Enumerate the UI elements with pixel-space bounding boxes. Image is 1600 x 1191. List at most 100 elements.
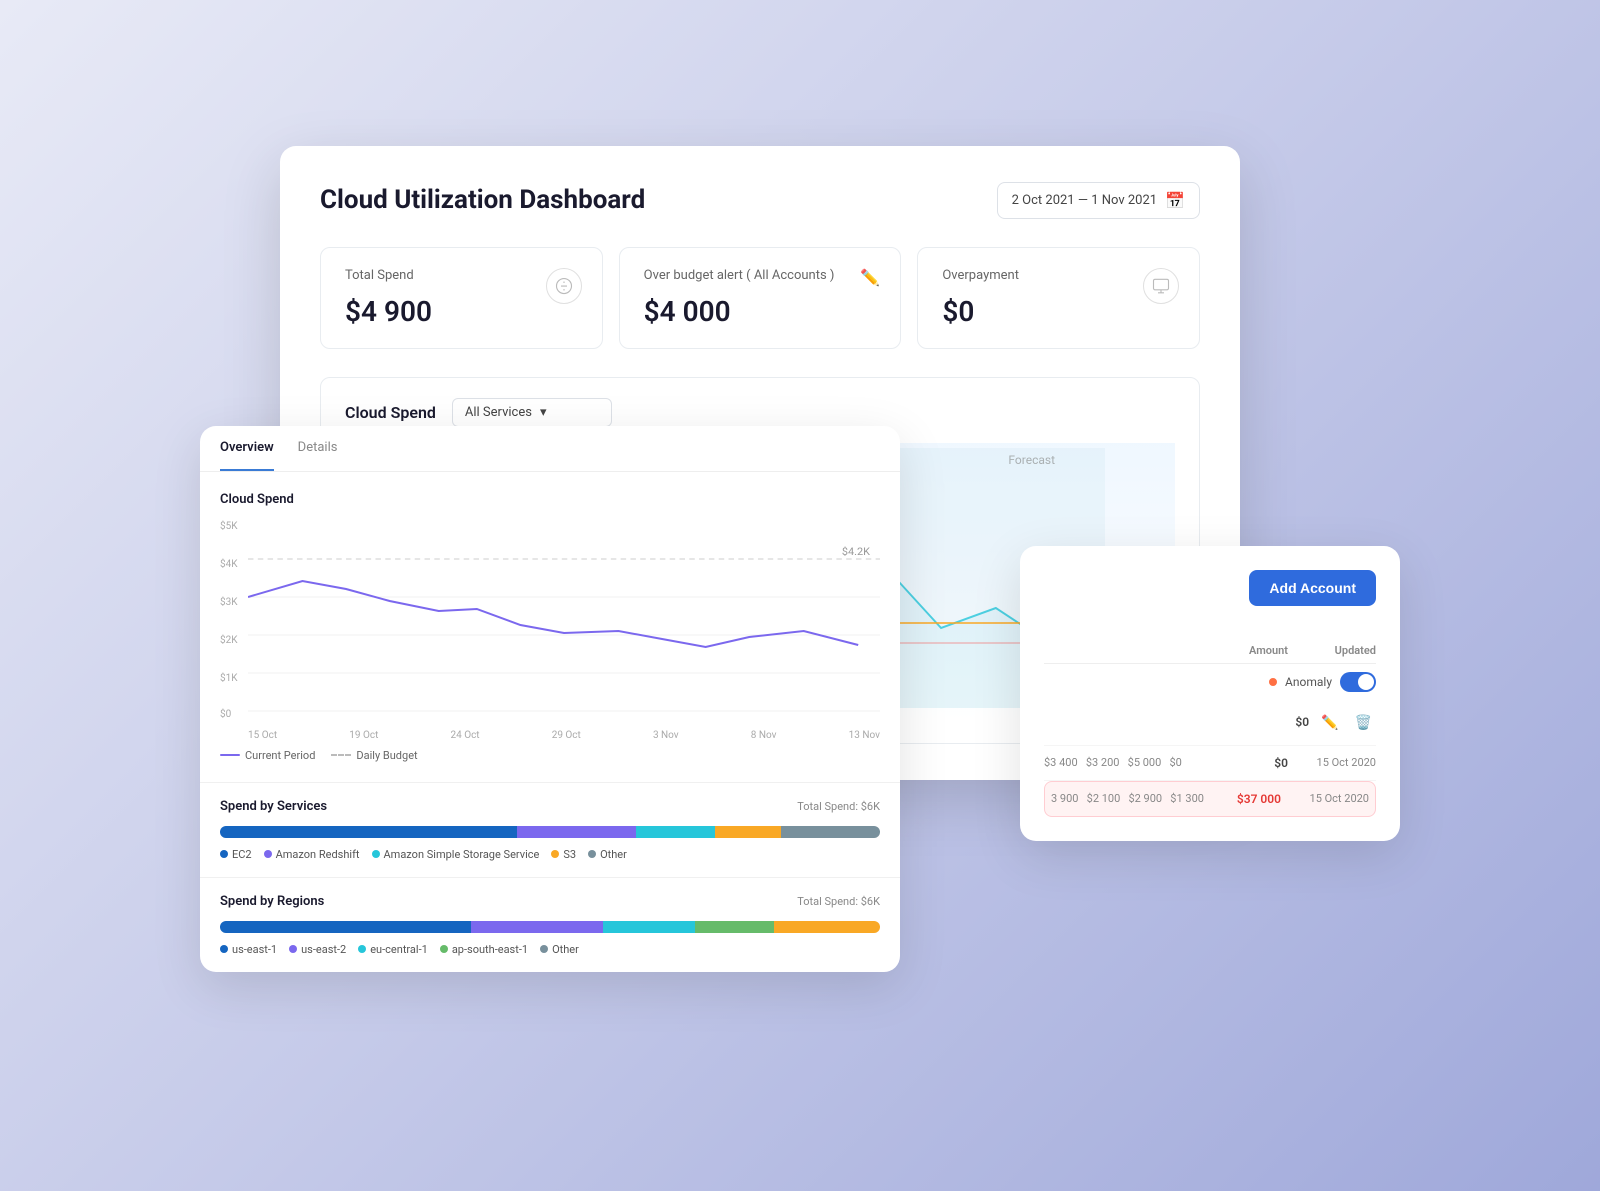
account-2-amounts: $3 400 $3 200 $5 000 $0 [1044, 756, 1240, 769]
spend-by-regions-header: Spend by Regions Total Spend: $6K [220, 894, 880, 909]
other-services-bar [781, 826, 880, 838]
regions-total-spend: Total Spend: $6K [797, 895, 880, 908]
col-header-name [1044, 644, 1220, 657]
x-24oct: 24 Oct [450, 730, 479, 741]
us-east-2-dot [289, 945, 297, 953]
tab-details[interactable]: Details [298, 426, 338, 471]
date-range-text: 2 Oct 2021 — 1 Nov 2021 [1012, 193, 1157, 208]
s3-bar [715, 826, 781, 838]
lc-y2k: $2K [220, 635, 238, 646]
legend-other-services: Other [588, 848, 627, 861]
tab-overview[interactable]: Overview [220, 426, 274, 471]
us-east-1-bar [220, 921, 471, 933]
account-table-header: Amount Updated [1044, 638, 1376, 664]
svg-text:$4.2K: $4.2K [842, 545, 870, 557]
overview-panel: Overview Details Cloud Spend $5K $4K $3K… [200, 426, 900, 972]
other-regions-bar [774, 921, 880, 933]
legend-ap-southeast: ap-south-east-1 [440, 943, 528, 956]
ap-southeast-dot [440, 945, 448, 953]
over-budget-card: Over budget alert ( All Accounts ) $4 00… [619, 247, 902, 349]
account-panel: Add Account Amount Updated Anomaly $0 ✏️… [1020, 546, 1400, 841]
dropdown-chevron-icon: ▾ [540, 405, 547, 420]
legend-current-period: Current Period [220, 749, 315, 762]
account-row-3: 3 900 $2 100 $2 900 $1 300 $37 000 15 Oc… [1044, 781, 1376, 817]
total-spend-card: Total Spend $4 900 [320, 247, 603, 349]
us-east-2-bar [471, 921, 603, 933]
add-account-button[interactable]: Add Account [1249, 570, 1376, 606]
storage-label: Amazon Simple Storage Service [384, 848, 540, 861]
us-east-2-label: us-east-2 [301, 943, 346, 956]
legend-us-east-1: us-east-1 [220, 943, 277, 956]
col-header-amount: Amount [1228, 644, 1288, 657]
eu-central-dot [358, 945, 366, 953]
redshift-label: Amazon Redshift [276, 848, 360, 861]
lc-y4k: $4K [220, 559, 238, 570]
spend-by-regions-section: Spend by Regions Total Spend: $6K us-eas… [200, 877, 900, 972]
legend-current-label: Current Period [245, 749, 315, 762]
lc-y1k: $1K [220, 673, 238, 684]
account-1-delete-button[interactable]: 🗑️ [1351, 710, 1376, 735]
legend-other-regions: Other [540, 943, 579, 956]
coin-icon [546, 268, 582, 304]
services-dropdown[interactable]: All Services ▾ [452, 398, 612, 427]
monitor-icon [1143, 268, 1179, 304]
anomaly-label: Anomaly [1285, 675, 1332, 689]
x-29oct: 29 Oct [552, 730, 581, 741]
s3-storage-bar [636, 826, 715, 838]
account-row-1: $0 ✏️ 🗑️ [1044, 700, 1376, 746]
chart-legend: Current Period Daily Budget [220, 749, 880, 762]
overview-tabs: Overview Details [200, 426, 900, 472]
ec2-dot [220, 850, 228, 858]
anomaly-indicator-dot [1269, 678, 1277, 686]
legend-redshift: Amazon Redshift [264, 848, 360, 861]
cloud-spend-title: Cloud Spend [345, 403, 436, 422]
spend-by-services-title: Spend by Services [220, 799, 327, 814]
anomaly-row: Anomaly [1044, 664, 1376, 700]
x-19oct: 19 Oct [349, 730, 378, 741]
ap-southeast-label: ap-south-east-1 [452, 943, 528, 956]
x-8nov: 8 Nov [751, 730, 777, 741]
account-1-edit-button[interactable]: ✏️ [1317, 710, 1342, 735]
lc-y5k: $5K [220, 521, 238, 532]
redshift-dot [264, 850, 272, 858]
overpayment-value: $0 [942, 295, 1175, 328]
s3-dot [551, 850, 559, 858]
other-regions-label: Other [552, 943, 579, 956]
metrics-row: Total Spend $4 900 Over budget alert ( A… [320, 247, 1200, 349]
date-range-picker[interactable]: 2 Oct 2021 — 1 Nov 2021 📅 [997, 182, 1200, 219]
overpayment-card: Overpayment $0 [917, 247, 1200, 349]
x-13nov: 13 Nov [849, 730, 880, 741]
services-legend: EC2 Amazon Redshift Amazon Simple Storag… [220, 848, 880, 861]
scene: Cloud Utilization Dashboard 2 Oct 2021 —… [200, 146, 1400, 1046]
spend-by-services-header: Spend by Services Total Spend: $6K [220, 799, 880, 814]
eu-central-bar [603, 921, 695, 933]
other-services-label: Other [600, 848, 627, 861]
ap-southeast-bar [695, 921, 774, 933]
services-dropdown-label: All Services [465, 405, 532, 420]
overview-content: Cloud Spend $5K $4K $3K $2K $1K $0 $4.2K [200, 472, 900, 782]
toggle-knob [1358, 674, 1374, 690]
account-2-date: 15 Oct 2020 [1296, 756, 1376, 769]
eu-central-label: eu-central-1 [370, 943, 428, 956]
over-budget-edit-icon[interactable]: ✏️ [860, 268, 880, 287]
spend-by-regions-title: Spend by Regions [220, 894, 324, 909]
legend-s3: S3 [551, 848, 576, 861]
other-regions-dot [540, 945, 548, 953]
s3-label: S3 [563, 848, 576, 861]
account-3-amount: $37 000 [1225, 792, 1281, 806]
us-east-1-label: us-east-1 [232, 943, 277, 956]
account-1-amount: $0 [1259, 715, 1309, 729]
regions-bar-chart [220, 921, 880, 933]
redshift-bar [517, 826, 636, 838]
legend-solid-line [220, 754, 240, 756]
legend-budget-label: Daily Budget [356, 749, 417, 762]
anomaly-toggle[interactable] [1340, 672, 1376, 692]
account-2-amount: $0 [1248, 756, 1288, 770]
account-3-amounts: 3 900 $2 100 $2 900 $1 300 [1051, 792, 1217, 805]
total-spend-label: Total Spend [345, 268, 578, 283]
cloud-spend-header: Cloud Spend All Services ▾ [345, 398, 1175, 427]
x-15oct: 15 Oct [248, 730, 277, 741]
total-spend-value: $4 900 [345, 295, 578, 328]
line-chart-area: $5K $4K $3K $2K $1K $0 $4.2K [220, 521, 880, 741]
legend-ec2: EC2 [220, 848, 252, 861]
